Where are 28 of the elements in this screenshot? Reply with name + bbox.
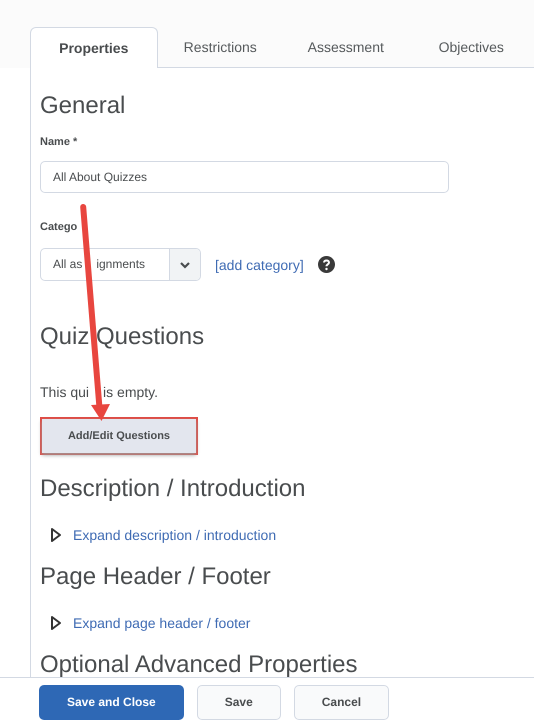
tab[interactable]: Restrictions bbox=[158, 27, 283, 68]
field-label: Name * bbox=[40, 136, 78, 148]
footer-button[interactable]: Cancel bbox=[294, 684, 390, 720]
chevron-down-icon bbox=[179, 260, 191, 268]
empty-message: is empty. bbox=[103, 384, 158, 400]
expand-link[interactable]: Expand page header / footer bbox=[73, 615, 250, 631]
dropdown-value: All as bbox=[53, 256, 82, 273]
help-icon[interactable] bbox=[318, 256, 335, 273]
category-dropdown[interactable]: All as ignments bbox=[40, 248, 201, 281]
dropdown-value: ignments bbox=[96, 256, 146, 273]
name-field[interactable]: All About Quizzes bbox=[40, 161, 449, 193]
empty-message: This qui bbox=[40, 384, 90, 400]
tab[interactable]: Assessment bbox=[283, 27, 408, 68]
section-heading: General bbox=[40, 91, 126, 120]
add-edit-questions-button[interactable]: Add/Edit Questions bbox=[42, 419, 196, 453]
section-heading: Optional Advanced Properties bbox=[40, 651, 359, 679]
expand-triangle-icon[interactable] bbox=[50, 527, 62, 543]
section-heading: Description / Introduction bbox=[40, 475, 306, 503]
save-and-close-button[interactable]: Save and Close bbox=[39, 684, 184, 720]
footer-button[interactable]: Save bbox=[196, 684, 281, 720]
expand-triangle-icon[interactable] bbox=[50, 615, 62, 631]
field-label: Catego bbox=[40, 221, 78, 233]
add-category-link[interactable]: [add category] bbox=[215, 256, 304, 272]
tab[interactable]: Properties bbox=[30, 27, 158, 68]
tab[interactable]: Objectives bbox=[408, 27, 534, 68]
section-heading: Page Header / Footer bbox=[40, 563, 272, 591]
expand-link[interactable]: Expand description / introduction bbox=[73, 527, 276, 543]
section-heading: Quiz Questions bbox=[40, 323, 206, 351]
